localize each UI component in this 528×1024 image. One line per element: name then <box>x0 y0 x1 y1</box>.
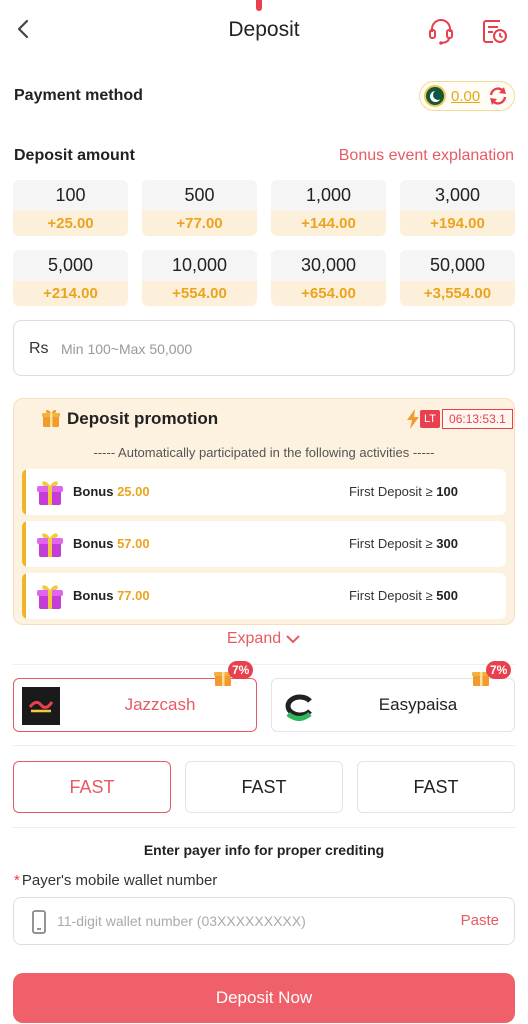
amount-bonus: +25.00 <box>13 211 128 236</box>
rate-badge: 7% <box>212 661 262 689</box>
deposit-promotion-card: Deposit promotion LT 06:13:53.1 ----- Au… <box>13 398 515 625</box>
limited-time-tag: LT <box>420 410 441 428</box>
limited-time-badge: LT 06:13:53.1 <box>406 409 513 429</box>
channel-label: Easypaisa <box>378 695 458 714</box>
rate-tag: 7% <box>486 661 512 679</box>
amount-bonus: +3,554.00 <box>400 281 515 306</box>
amount-value: 1,000 <box>271 180 386 211</box>
amount-value: 50,000 <box>400 250 515 281</box>
paste-button[interactable]: Paste <box>461 912 499 929</box>
deposit-condition: First Deposit ≥ 100 <box>348 484 458 499</box>
gift-box-icon <box>37 585 63 609</box>
chevron-down-icon <box>286 635 300 644</box>
phone-icon <box>32 910 46 934</box>
promotion-row: Bonus 77.00 First Deposit ≥ 500 <box>22 573 506 619</box>
amount-option[interactable]: 50,000 +3,554.00 <box>400 250 515 306</box>
amount-bonus: +77.00 <box>142 211 257 236</box>
amount-bonus: +194.00 <box>400 211 515 236</box>
deposit-amount-label: Deposit amount <box>14 147 135 164</box>
promotion-subtitle: ----- Automatically participated in the … <box>93 445 435 460</box>
easypaisa-logo-icon <box>280 687 318 725</box>
expand-button[interactable]: Expand <box>0 630 528 648</box>
wallet-number-label: * Payer's mobile wallet number <box>14 872 218 889</box>
payer-info-hint: Enter payer info for proper crediting <box>143 842 385 858</box>
divider <box>13 827 515 828</box>
rate-tag: 7% <box>228 661 254 679</box>
currency-label: Rs <box>29 340 49 357</box>
bonus-label: Bonus 57.00 <box>73 536 150 551</box>
countdown-timer: 06:13:53.1 <box>442 409 513 429</box>
history-icon[interactable] <box>480 16 510 46</box>
amount-value: 3,000 <box>400 180 515 211</box>
bonus-label: Bonus 77.00 <box>73 588 150 603</box>
amount-option[interactable]: 30,000 +654.00 <box>271 250 386 306</box>
promotion-title: Deposit promotion <box>67 409 219 428</box>
amount-value: 30,000 <box>271 250 386 281</box>
amount-option[interactable]: 3,000 +194.00 <box>400 180 515 236</box>
amount-option[interactable]: 1,000 +144.00 <box>271 180 386 236</box>
amount-option[interactable]: 5,000 +214.00 <box>13 250 128 306</box>
wallet-number-field[interactable]: 11-digit wallet number (03XXXXXXXXX) Pas… <box>13 897 515 945</box>
payment-method-label: Payment method <box>14 87 143 104</box>
gift-box-icon <box>37 533 63 557</box>
deposit-now-button[interactable]: Deposit Now <box>13 973 515 1023</box>
balance-pill[interactable]: 0.00 <box>419 81 515 111</box>
amount-bonus: +144.00 <box>271 211 386 236</box>
deposit-condition: First Deposit ≥ 300 <box>348 536 458 551</box>
amount-option[interactable]: 10,000 +554.00 <box>142 250 257 306</box>
amount-placeholder: Min 100~Max 50,000 <box>61 341 193 357</box>
jazzcash-logo-icon <box>22 687 60 725</box>
pakistan-flag-icon <box>424 85 446 107</box>
amount-bonus: +554.00 <box>142 281 257 306</box>
amount-options: 100 +25.00 500 +77.00 1,000 +144.00 3,000 +1… <box>13 180 515 306</box>
channel-label: Jazzcash <box>124 695 196 714</box>
bonus-label: Bonus 25.00 <box>73 484 150 499</box>
fast-option[interactable]: FAST <box>13 761 171 813</box>
deposit-condition: First Deposit ≥ 500 <box>348 588 458 603</box>
refresh-icon[interactable] <box>487 85 509 107</box>
promotion-row: Bonus 57.00 First Deposit ≥ 300 <box>22 521 506 567</box>
amount-bonus: +654.00 <box>271 281 386 306</box>
amount-option[interactable]: 500 +77.00 <box>142 180 257 236</box>
gift-box-icon <box>37 481 63 505</box>
amount-option[interactable]: 100 +25.00 <box>13 180 128 236</box>
divider <box>13 664 515 665</box>
gift-icon <box>42 409 60 427</box>
amount-value: 500 <box>142 180 257 211</box>
channel-easypaisa[interactable]: Easypaisa 7% <box>271 661 515 732</box>
expand-label: Expand <box>226 630 282 647</box>
rate-badge: 7% <box>470 661 520 689</box>
fast-option[interactable]: FAST <box>357 761 515 813</box>
bonus-explanation-link[interactable]: Bonus event explanation <box>339 147 514 165</box>
amount-value: 100 <box>13 180 128 211</box>
customer-service-icon[interactable] <box>426 16 456 46</box>
promotion-row: Bonus 25.00 First Deposit ≥ 100 <box>22 469 506 515</box>
header: Deposit <box>0 0 528 64</box>
lightning-icon <box>407 409 419 429</box>
amount-input[interactable]: Rs Min 100~Max 50,000 <box>13 320 515 376</box>
fast-option[interactable]: FAST <box>185 761 343 813</box>
balance-amount: 0.00 <box>451 88 481 105</box>
channel-jazzcash[interactable]: Jazzcash 7% <box>13 661 257 732</box>
amount-bonus: +214.00 <box>13 281 128 306</box>
amount-value: 10,000 <box>142 250 257 281</box>
required-mark: * <box>14 872 20 889</box>
amount-value: 5,000 <box>13 250 128 281</box>
divider <box>13 745 515 746</box>
wallet-placeholder: 11-digit wallet number (03XXXXXXXXX) <box>57 913 306 929</box>
